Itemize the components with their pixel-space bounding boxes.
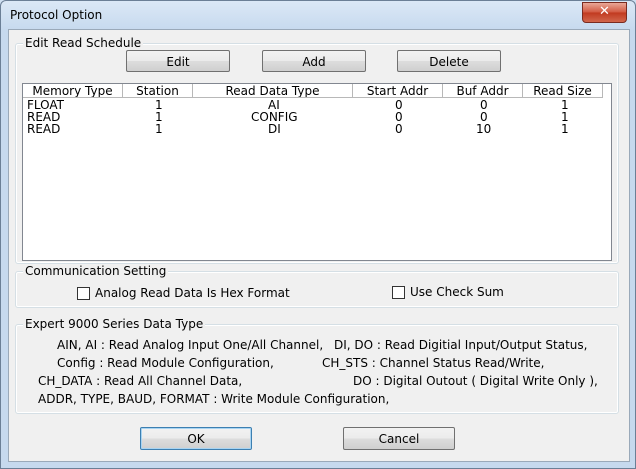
add-button[interactable]: Add — [262, 50, 366, 72]
edit-read-schedule-label: Edit Read Schedule — [23, 36, 144, 50]
read-schedule-list[interactable]: Memory Type Station Read Data Type Start… — [22, 83, 612, 261]
cancel-button[interactable]: Cancel — [343, 427, 455, 450]
info-ain-ai: AIN, AI : Read Analog Input One/All Chan… — [57, 338, 324, 352]
close-icon: ✕ — [599, 4, 610, 19]
check-sum-checkbox[interactable] — [392, 286, 405, 299]
info-di-do: DI, DO : Read Digitial Input/Output Stat… — [334, 338, 588, 352]
communication-setting-label: Communication Setting — [23, 264, 169, 278]
close-button[interactable]: ✕ — [582, 2, 627, 23]
info-addr-type-baud-format: ADDR, TYPE, BAUD, FORMAT : Write Module … — [38, 392, 390, 406]
table-row[interactable]: READ 1 DI 0 10 1 — [23, 123, 611, 135]
ok-button[interactable]: OK — [140, 427, 252, 450]
column-buf-addr[interactable]: Buf Addr — [443, 84, 523, 98]
table-row[interactable]: FLOAT 1 AI 0 0 1 — [23, 99, 611, 111]
check-sum-label[interactable]: Use Check Sum — [410, 285, 504, 299]
hex-format-label[interactable]: Analog Read Data Is Hex Format — [95, 286, 290, 300]
expert-data-type-label: Expert 9000 Series Data Type — [23, 317, 206, 331]
cell-read-size: 1 — [561, 122, 569, 136]
column-memory-type[interactable]: Memory Type — [23, 84, 123, 98]
dialog-client-area: Edit Read Schedule Edit Add Delete Memor… — [8, 29, 630, 462]
cell-buf-addr: 10 — [476, 122, 492, 136]
edit-button[interactable]: Edit — [126, 50, 230, 72]
column-read-data-type[interactable]: Read Data Type — [193, 84, 353, 98]
info-ch-data: CH_DATA : Read All Channel Data, — [38, 374, 243, 388]
delete-button[interactable]: Delete — [397, 50, 501, 72]
list-header: Memory Type Station Read Data Type Start… — [23, 84, 611, 99]
table-row[interactable]: READ 1 CONFIG 0 0 1 — [23, 111, 611, 123]
column-start-addr[interactable]: Start Addr — [353, 84, 443, 98]
cell-start-addr: 0 — [395, 122, 403, 136]
cell-station: 1 — [155, 122, 163, 136]
protocol-option-dialog: Protocol Option ✕ Edit Read Schedule Edi… — [0, 0, 636, 469]
cell-memory-type: READ — [27, 122, 61, 136]
info-ch-sts: CH_STS : Channel Status Read/Write, — [322, 356, 545, 370]
column-read-size[interactable]: Read Size — [523, 84, 603, 98]
hex-format-checkbox[interactable] — [77, 287, 90, 300]
cell-read-data-type: DI — [268, 122, 281, 136]
title-bar[interactable]: Protocol Option ✕ — [1, 1, 635, 29]
column-station[interactable]: Station — [123, 84, 193, 98]
info-config: Config : Read Module Configuration, — [57, 356, 274, 370]
window-title: Protocol Option — [10, 8, 103, 22]
info-do: DO : Digital Outout ( Digital Write Only… — [353, 374, 598, 388]
